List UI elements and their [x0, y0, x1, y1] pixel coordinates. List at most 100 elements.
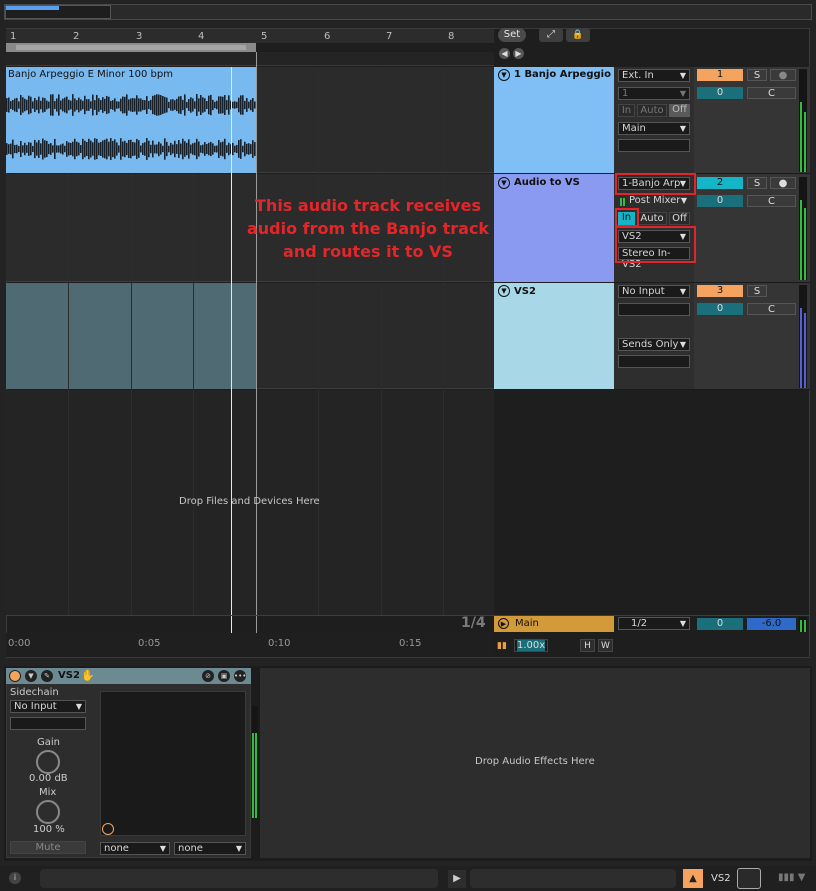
- device-hotswap-icon[interactable]: ⊘: [202, 670, 214, 682]
- bar-8: 8: [448, 31, 455, 42]
- mix-label: Mix: [39, 787, 57, 798]
- plugin-select-1[interactable]: none ▼: [100, 842, 170, 855]
- drop-effects-label: Drop Audio Effects Here: [475, 756, 595, 767]
- bar-5: 5: [261, 31, 268, 42]
- device-view-icon[interactable]: [737, 868, 761, 889]
- track-1-meter: [799, 69, 807, 172]
- plugin-status-icon: [102, 823, 114, 835]
- clip-waveform: [6, 94, 256, 160]
- device-title: VS2: [58, 670, 80, 681]
- main-meter: [799, 617, 807, 632]
- time-10: 0:10: [268, 638, 291, 649]
- status-track-name: VS2: [711, 873, 731, 884]
- track-2-number[interactable]: 2: [697, 177, 743, 189]
- device-save-icon[interactable]: ▣: [218, 670, 230, 682]
- main-track-name: Main: [515, 618, 539, 629]
- track-1-monitor-off[interactable]: Off: [669, 104, 690, 117]
- bar-3: 3: [136, 31, 143, 42]
- main-fold-icon[interactable]: ▶: [498, 618, 509, 629]
- time-15: 0:15: [399, 638, 422, 649]
- track-3-name: VS2: [514, 286, 536, 297]
- device-meter: [252, 706, 258, 818]
- device-menu-icon[interactable]: •••: [234, 670, 246, 682]
- w-button[interactable]: W: [598, 639, 613, 652]
- bar-1: 1: [10, 31, 17, 42]
- track-3-volume[interactable]: 0: [697, 303, 743, 315]
- track-1-number[interactable]: 1: [697, 69, 743, 81]
- main-output[interactable]: 1/2 ▼: [618, 617, 690, 630]
- track-1-output-channel[interactable]: [618, 139, 690, 152]
- h-button[interactable]: H: [580, 639, 595, 652]
- device-fold-icon[interactable]: ▼: [25, 670, 37, 682]
- track-1-monitor-auto[interactable]: Auto: [637, 104, 667, 117]
- main-track-header[interactable]: [494, 616, 614, 632]
- expand-icon[interactable]: ⤢: [539, 28, 563, 42]
- track-3-header[interactable]: [494, 283, 614, 389]
- play-icon[interactable]: ▶: [448, 870, 466, 888]
- track-3-solo[interactable]: S: [747, 285, 767, 297]
- track-2-volume[interactable]: 0: [697, 195, 743, 207]
- track-2-name: Audio to VS: [514, 177, 580, 188]
- mix-value: 100 %: [33, 824, 65, 835]
- track-3-number[interactable]: 3: [697, 285, 743, 297]
- track-3-input-channel[interactable]: [618, 303, 690, 316]
- nav-left-icon[interactable]: ◀: [499, 48, 510, 59]
- track-3-pan[interactable]: C: [747, 303, 796, 315]
- device-power-icon[interactable]: [9, 670, 21, 682]
- track-1-fold-icon[interactable]: ▼: [498, 69, 510, 81]
- scroll-strip[interactable]: [6, 52, 494, 66]
- track-1-arm[interactable]: ●: [770, 69, 796, 81]
- highlight-monitor-in: [615, 208, 639, 227]
- mix-knob[interactable]: [36, 800, 60, 824]
- loop-brace-inner: [16, 45, 246, 50]
- track-2-meter: [799, 177, 807, 280]
- track-3-fold-icon[interactable]: ▼: [498, 285, 510, 297]
- track-2-monitor-off[interactable]: Off: [669, 212, 690, 225]
- gain-label: Gain: [37, 737, 60, 748]
- track-2-header[interactable]: [494, 174, 614, 282]
- time-0: 0:00: [8, 638, 31, 649]
- track-2-solo[interactable]: S: [747, 177, 767, 189]
- zoom-field[interactable]: 1.00x: [514, 639, 548, 652]
- track-1-input-channel[interactable]: 1 ▼: [618, 87, 690, 100]
- track-2-monitor-auto[interactable]: Auto: [637, 212, 667, 225]
- device-edit-icon[interactable]: ✎: [41, 670, 53, 682]
- set-button[interactable]: Set: [498, 28, 526, 42]
- track-1-input-type[interactable]: Ext. In ▼: [618, 69, 690, 82]
- nav-right-icon[interactable]: ▶: [513, 48, 524, 59]
- clip-name: Banjo Arpeggio E Minor 100 bpm: [8, 69, 173, 80]
- clip-end-marker: [256, 52, 257, 637]
- track-1-solo[interactable]: S: [747, 69, 767, 81]
- track-3-output[interactable]: Sends Only ▼: [618, 338, 690, 351]
- lock-icon[interactable]: 🔒: [566, 28, 590, 42]
- mute-button[interactable]: Mute: [10, 841, 86, 854]
- info-icon[interactable]: i: [9, 872, 21, 884]
- plugin-display[interactable]: [100, 691, 246, 836]
- main-gain[interactable]: -6.0: [747, 618, 796, 630]
- track-1-pan[interactable]: C: [747, 87, 796, 99]
- track-1-monitor-in[interactable]: In: [618, 104, 635, 117]
- gain-knob[interactable]: [36, 750, 60, 774]
- sidechain-label: Sidechain: [10, 687, 59, 698]
- track-3-input-type[interactable]: No Input ▼: [618, 285, 690, 298]
- waveform-icon[interactable]: ▮▮: [497, 641, 509, 651]
- annotation-text: This audio track receives audio from the…: [246, 196, 490, 261]
- track-2-fold-icon[interactable]: ▼: [498, 177, 510, 189]
- track-3-meter: [799, 285, 807, 388]
- track-2-pan[interactable]: C: [747, 195, 796, 207]
- track-2-arm[interactable]: ●: [770, 177, 796, 189]
- highlight-input-type: [615, 173, 696, 195]
- meter-view-icon[interactable]: ▮▮▮ ▼: [778, 872, 805, 883]
- top-tab-strip: [4, 4, 812, 20]
- track-1-output[interactable]: Main ▼: [618, 122, 690, 135]
- track-1-volume[interactable]: 0: [697, 87, 743, 99]
- main-volume[interactable]: 0: [697, 618, 743, 630]
- track-1-header[interactable]: [494, 67, 614, 173]
- track-2-input-channel[interactable]: Post Mixer ▼: [626, 195, 690, 208]
- sidechain-channel[interactable]: [10, 717, 86, 730]
- playhead: [231, 67, 232, 635]
- sidechain-input[interactable]: No Input ▼: [10, 700, 86, 713]
- warning-icon[interactable]: ▲: [683, 869, 703, 888]
- plugin-select-2[interactable]: none ▼: [174, 842, 246, 855]
- track-3-output-channel[interactable]: [618, 355, 690, 368]
